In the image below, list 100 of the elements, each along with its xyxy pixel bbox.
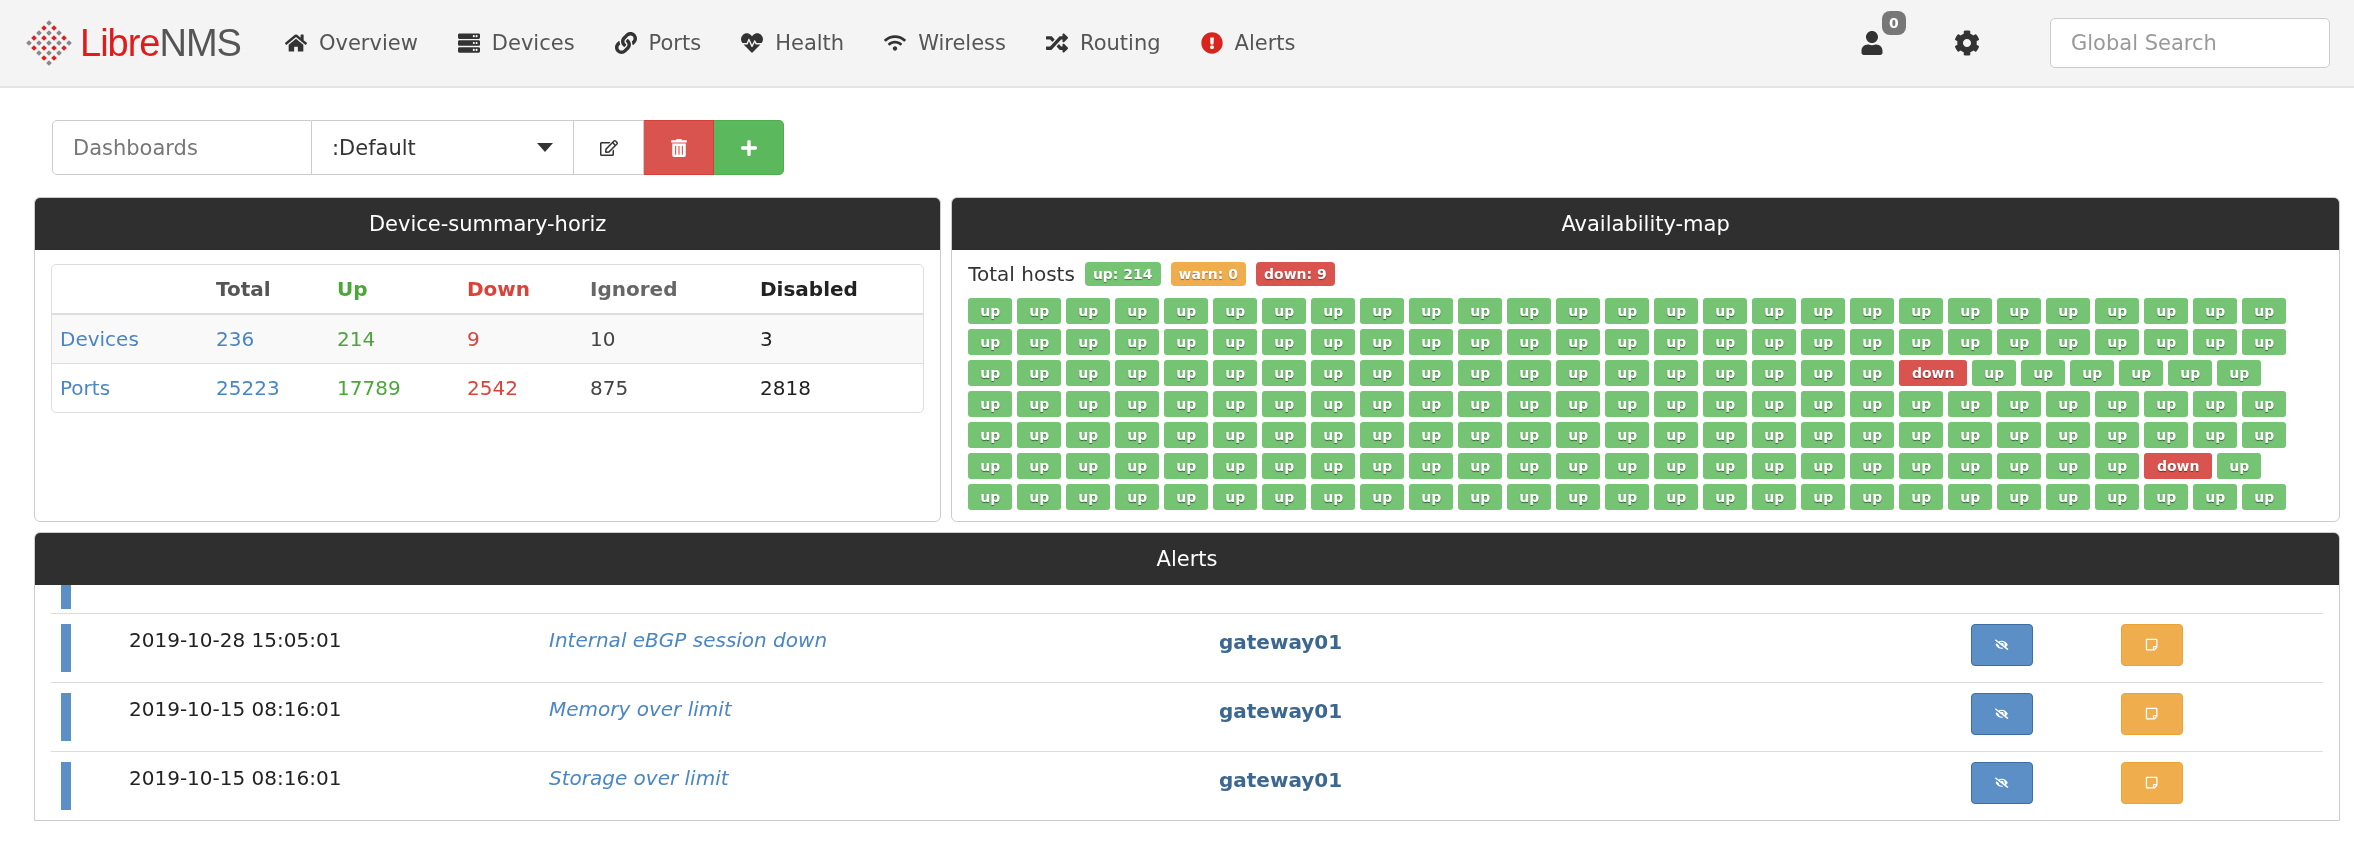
host-status-tile[interactable]: up: [1066, 298, 1111, 324]
host-status-tile[interactable]: up: [968, 329, 1013, 355]
host-status-tile[interactable]: up: [1360, 422, 1405, 448]
host-status-tile[interactable]: up: [1605, 453, 1650, 479]
host-status-tile[interactable]: up: [1017, 453, 1062, 479]
host-status-tile[interactable]: up: [1997, 484, 2042, 510]
alert-rule-link[interactable]: Memory over limit: [549, 693, 1219, 721]
host-status-tile[interactable]: up: [1017, 484, 1062, 510]
user-icon[interactable]: [1860, 31, 1884, 55]
host-status-tile[interactable]: up: [1654, 422, 1699, 448]
host-status-tile[interactable]: up: [1899, 329, 1944, 355]
host-status-tile[interactable]: up: [1654, 329, 1699, 355]
host-status-tile[interactable]: up: [1164, 360, 1209, 386]
host-status-tile[interactable]: up: [2095, 329, 2140, 355]
host-status-tile[interactable]: up: [2242, 422, 2287, 448]
host-status-tile[interactable]: up: [1997, 329, 2042, 355]
host-status-tile[interactable]: up: [1409, 360, 1454, 386]
host-status-tile[interactable]: up: [1311, 298, 1356, 324]
host-status-tile[interactable]: up: [1115, 484, 1160, 510]
nav-link[interactable]: Alerts: [1200, 31, 1296, 55]
host-status-tile[interactable]: up: [1654, 484, 1699, 510]
host-status-tile[interactable]: up: [1017, 422, 1062, 448]
host-status-tile[interactable]: up: [1850, 360, 1895, 386]
host-status-tile[interactable]: up: [1164, 484, 1209, 510]
host-status-tile[interactable]: up: [1605, 298, 1650, 324]
host-status-tile[interactable]: up: [1605, 329, 1650, 355]
host-status-tile[interactable]: up: [1850, 329, 1895, 355]
host-status-tile[interactable]: up: [1507, 422, 1552, 448]
host-status-tile[interactable]: up: [2119, 360, 2164, 386]
host-status-tile[interactable]: up: [1850, 298, 1895, 324]
host-status-tile[interactable]: up: [1458, 484, 1503, 510]
nav-link[interactable]: Health: [741, 31, 845, 55]
host-status-tile[interactable]: up: [1115, 422, 1160, 448]
host-status-tile[interactable]: up: [1115, 298, 1160, 324]
host-status-tile[interactable]: up: [1752, 360, 1797, 386]
host-status-tile[interactable]: up: [2095, 391, 2140, 417]
host-status-tile[interactable]: up: [1115, 360, 1160, 386]
host-status-tile[interactable]: up: [2046, 391, 2091, 417]
host-status-tile[interactable]: up: [2095, 484, 2140, 510]
host-status-tile[interactable]: up: [1899, 298, 1944, 324]
host-status-tile[interactable]: up: [968, 453, 1013, 479]
host-status-tile[interactable]: up: [2217, 453, 2262, 479]
host-status-tile[interactable]: up: [1752, 391, 1797, 417]
host-status-tile[interactable]: up: [1066, 329, 1111, 355]
nav-link[interactable]: Wireless: [884, 31, 1006, 55]
host-status-tile[interactable]: up: [1164, 391, 1209, 417]
host-status-tile[interactable]: up: [1899, 422, 1944, 448]
host-status-tile[interactable]: up: [1017, 329, 1062, 355]
host-status-tile[interactable]: up: [1556, 360, 1601, 386]
delete-button[interactable]: [644, 120, 714, 175]
host-status-tile[interactable]: up: [1507, 329, 1552, 355]
host-status-tile[interactable]: up: [1262, 298, 1307, 324]
host-status-tile[interactable]: up: [1458, 360, 1503, 386]
row-label-link[interactable]: Ports: [52, 363, 208, 412]
host-status-tile[interactable]: up: [2046, 422, 2091, 448]
host-status-tile[interactable]: up: [968, 298, 1013, 324]
host-status-tile[interactable]: up: [2095, 422, 2140, 448]
host-status-tile[interactable]: up: [1360, 484, 1405, 510]
host-status-tile[interactable]: up: [1556, 298, 1601, 324]
host-status-tile[interactable]: up: [1997, 422, 2042, 448]
host-status-tile[interactable]: up: [1605, 484, 1650, 510]
host-status-tile[interactable]: up: [1409, 298, 1454, 324]
host-status-tile[interactable]: up: [2046, 453, 2091, 479]
host-status-tile[interactable]: up: [2242, 329, 2287, 355]
host-status-tile[interactable]: up: [1507, 453, 1552, 479]
host-status-tile[interactable]: up: [1017, 391, 1062, 417]
edit-button[interactable]: [574, 120, 644, 175]
host-status-tile[interactable]: up: [1311, 453, 1356, 479]
host-status-tile[interactable]: up: [1703, 484, 1748, 510]
host-status-tile[interactable]: up: [1115, 391, 1160, 417]
host-status-tile[interactable]: up: [2144, 484, 2189, 510]
search-field[interactable]: Global Search: [2050, 18, 2330, 68]
host-status-tile[interactable]: up: [2046, 329, 2091, 355]
host-status-tile[interactable]: up: [1801, 484, 1846, 510]
host-status-tile[interactable]: up: [1703, 329, 1748, 355]
host-status-tile[interactable]: up: [1654, 453, 1699, 479]
host-status-tile[interactable]: up: [1458, 422, 1503, 448]
host-status-tile[interactable]: up: [1458, 298, 1503, 324]
host-status-tile[interactable]: down: [1899, 360, 1968, 386]
host-status-tile[interactable]: up: [1458, 453, 1503, 479]
host-status-tile[interactable]: up: [1409, 484, 1454, 510]
host-status-tile[interactable]: up: [1899, 453, 1944, 479]
host-status-tile[interactable]: up: [1801, 422, 1846, 448]
host-status-tile[interactable]: up: [1213, 453, 1258, 479]
host-status-tile[interactable]: up: [1997, 453, 2042, 479]
host-status-tile[interactable]: up: [2095, 298, 2140, 324]
host-status-tile[interactable]: up: [2217, 360, 2262, 386]
host-status-tile[interactable]: up: [2193, 298, 2238, 324]
host-status-tile[interactable]: up: [1360, 360, 1405, 386]
host-status-tile[interactable]: up: [1556, 484, 1601, 510]
acknowledge-button[interactable]: [1971, 762, 2033, 804]
host-status-tile[interactable]: up: [1752, 329, 1797, 355]
host-status-tile[interactable]: up: [1262, 329, 1307, 355]
host-status-tile[interactable]: up: [1311, 360, 1356, 386]
host-status-tile[interactable]: up: [1850, 422, 1895, 448]
host-status-tile[interactable]: up: [1752, 484, 1797, 510]
host-status-tile[interactable]: up: [1017, 360, 1062, 386]
host-status-tile[interactable]: up: [1605, 360, 1650, 386]
host-status-tile[interactable]: up: [1556, 329, 1601, 355]
host-status-tile[interactable]: up: [1409, 422, 1454, 448]
